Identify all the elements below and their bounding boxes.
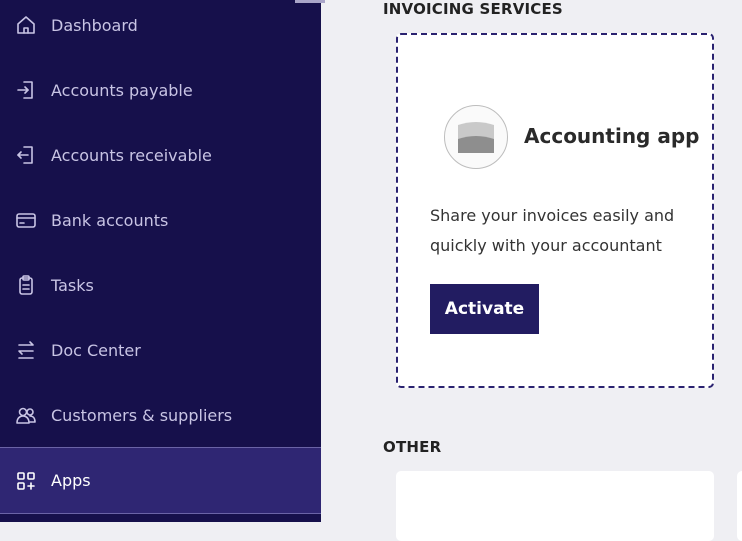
app-name: Accounting app: [524, 124, 700, 148]
sidebar-item-customers-suppliers[interactable]: Customers & suppliers: [0, 383, 321, 447]
sidebar-item-bank-accounts[interactable]: Bank accounts: [0, 188, 321, 252]
login-icon: [15, 79, 37, 101]
other-app-card[interactable]: [396, 471, 714, 541]
activate-button[interactable]: Activate: [430, 284, 539, 334]
sidebar-item-label: Bank accounts: [51, 210, 169, 230]
other-app-card-partial[interactable]: [737, 471, 742, 541]
app-description: Share your invoices easily and quickly w…: [430, 206, 675, 255]
doc-transfer-icon: [15, 339, 37, 361]
invoicing-services-title: INVOICING SERVICES: [383, 0, 563, 18]
sidebar-item-accounts-receivable[interactable]: Accounts receivable: [0, 123, 321, 187]
sidebar: Dashboard Accounts payable Accounts rece…: [0, 0, 325, 522]
sidebar-item-doc-center[interactable]: Doc Center: [0, 318, 321, 382]
sidebar-item-label: Apps: [51, 471, 91, 490]
home-icon: [15, 14, 37, 36]
apps-icon: [15, 470, 37, 492]
sidebar-item-label: Customers & suppliers: [51, 405, 233, 425]
sidebar-item-label: Dashboard: [51, 15, 138, 35]
app-logo-icon: [444, 105, 508, 169]
users-icon: [15, 404, 37, 426]
sidebar-item-tasks[interactable]: Tasks: [0, 253, 321, 317]
logout-icon: [15, 144, 37, 166]
sidebar-item-apps[interactable]: Apps: [0, 447, 321, 514]
credit-card-icon: [15, 209, 37, 231]
clipboard-icon: [15, 274, 37, 296]
sidebar-item-accounts-payable[interactable]: Accounts payable: [0, 58, 321, 122]
other-title: OTHER: [383, 438, 442, 456]
sidebar-item-label: Accounts payable: [51, 80, 193, 100]
sidebar-item-label: Tasks: [51, 275, 94, 295]
sidebar-item-dashboard[interactable]: Dashboard: [0, 0, 321, 57]
sidebar-item-label: Accounts receivable: [51, 145, 212, 165]
accounting-app-card: Accounting app Share your invoices easil…: [396, 33, 714, 388]
sidebar-item-label: Doc Center: [51, 340, 141, 360]
